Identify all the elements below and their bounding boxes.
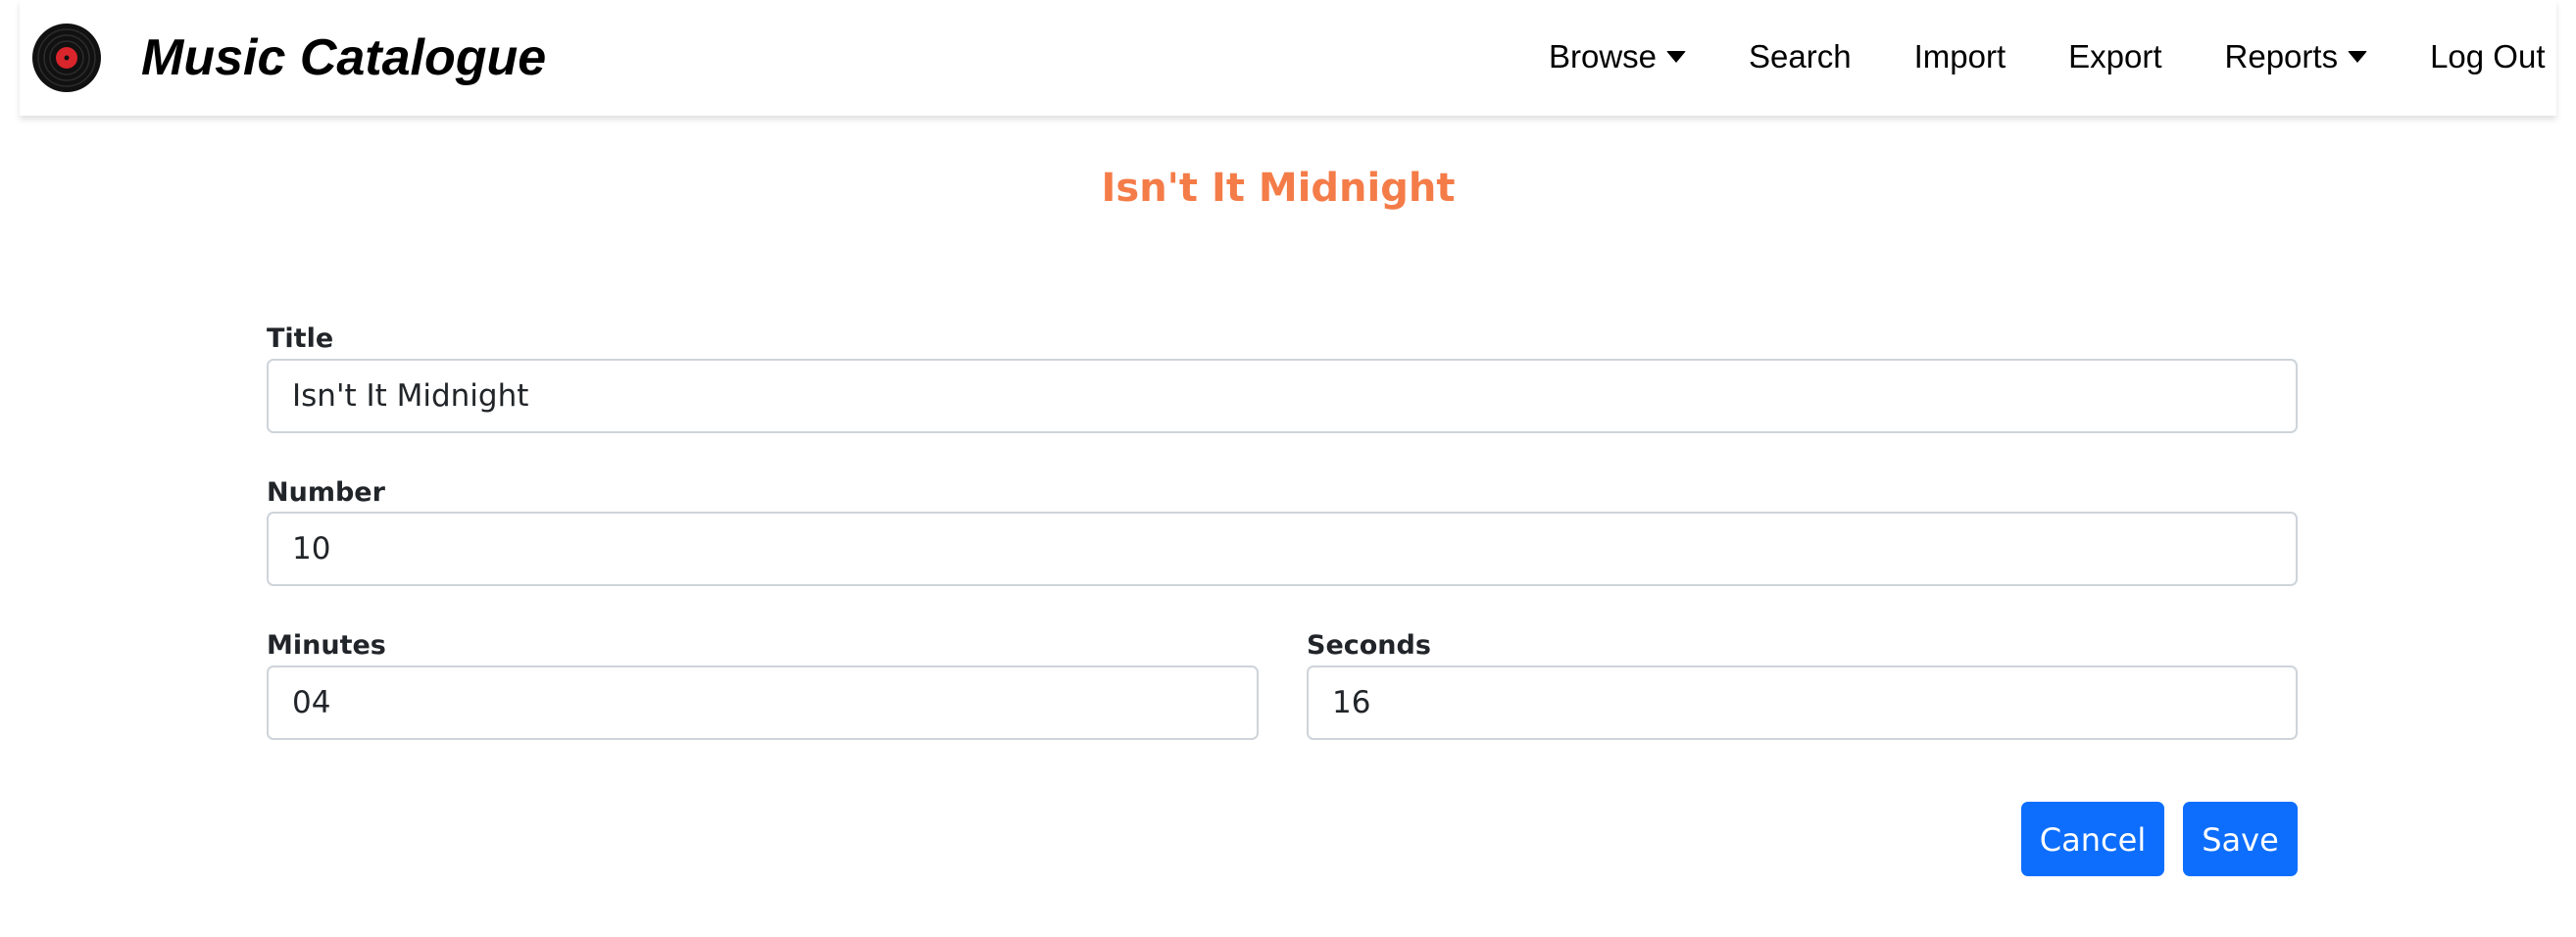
cancel-button[interactable]: Cancel [2021, 802, 2164, 876]
main-nav: Browse Search Import Export Reports Log … [1549, 33, 2546, 80]
minutes-label: Minutes [267, 630, 386, 661]
title-field[interactable] [267, 359, 2298, 433]
nav-search[interactable]: Search [1749, 33, 1852, 80]
seconds-label: Seconds [1307, 630, 1431, 661]
minutes-field[interactable] [267, 666, 1259, 740]
number-label: Number [267, 477, 385, 508]
title-label: Title [267, 323, 334, 354]
nav-import-label: Import [1913, 38, 2006, 74]
page-title: Isn't It Midnight [1101, 166, 1456, 211]
nav-export-label: Export [2068, 38, 2162, 74]
nav-browse[interactable]: Browse [1549, 33, 1687, 80]
nav-import[interactable]: Import [1914, 33, 2006, 80]
nav-browse-label: Browse [1549, 38, 1658, 74]
nav-search-label: Search [1749, 38, 1852, 74]
nav-export[interactable]: Export [2068, 33, 2161, 80]
top-navbar: Music Catalogue Browse Search Import Exp… [20, 0, 2556, 116]
app-brand[interactable]: Music Catalogue [141, 25, 546, 90]
caret-down-icon [2348, 51, 2368, 63]
nav-logout-label: Log Out [2430, 38, 2546, 74]
seconds-field[interactable] [1307, 666, 2298, 740]
caret-down-icon [1666, 51, 1687, 63]
save-button[interactable]: Save [2183, 802, 2298, 876]
vinyl-record-icon[interactable] [31, 23, 102, 93]
nav-reports[interactable]: Reports [2225, 33, 2368, 80]
nav-reports-label: Reports [2224, 38, 2339, 74]
number-field[interactable] [267, 512, 2298, 586]
nav-logout[interactable]: Log Out [2430, 33, 2545, 80]
